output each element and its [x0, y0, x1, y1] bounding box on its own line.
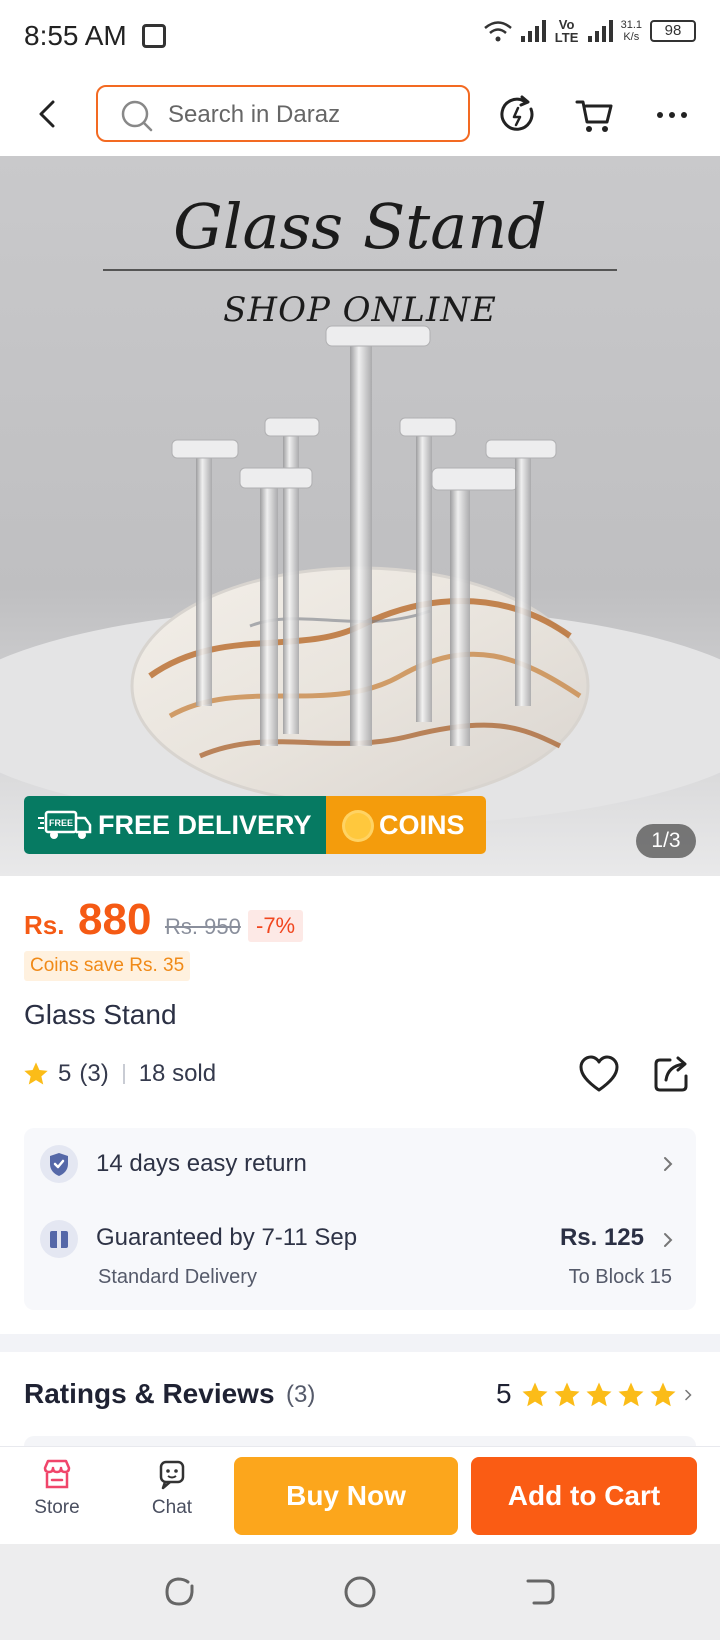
status-time: 8:55 AM [24, 20, 127, 51]
sold-count: 18 sold [138, 1060, 217, 1087]
star-icon [618, 1382, 644, 1407]
image-pager: 1/3 [636, 824, 696, 858]
hero-subtitle: SHOP ONLINE [223, 290, 497, 330]
battery-icon: 98 [650, 20, 696, 42]
bottom-action-bar: Store Chat Buy Now Add to Cart [0, 1446, 720, 1544]
rating-separator [122, 1064, 125, 1084]
star-icon [554, 1382, 580, 1407]
rating-value: 5 [58, 1060, 72, 1087]
price-currency: Rs. [24, 910, 65, 940]
system-navigation-bar [0, 1544, 720, 1640]
product-title: Glass Stand [24, 999, 177, 1030]
store-icon [43, 1459, 71, 1489]
top-nav: Search in Daraz [0, 72, 720, 156]
reviews-stars[interactable] [520, 1380, 698, 1410]
delivery-fee: Rs. 125 [559, 1224, 644, 1251]
signal-icon-2 [587, 20, 613, 42]
hero-title: Glass Stand [173, 190, 547, 263]
service-info-card: 14 days easy return Guaranteed by 7-11 S… [24, 1128, 696, 1310]
rating-count: (3) [79, 1060, 109, 1087]
add-to-cart-button[interactable]: Add to Cart [471, 1457, 697, 1535]
net-speed: 31.1 K/s [621, 19, 642, 43]
delivery-box-icon [40, 1220, 78, 1258]
coins-badge: COINS [326, 796, 486, 854]
search-input[interactable]: Search in Daraz [96, 85, 470, 142]
delivery-type: Standard Delivery [98, 1266, 257, 1288]
shield-check-icon [40, 1145, 78, 1183]
back-icon[interactable] [522, 1574, 558, 1610]
star-icon [522, 1382, 548, 1407]
discount-badge: -7% [248, 910, 304, 942]
signal-icon [520, 20, 546, 42]
store-button[interactable]: Store [17, 1457, 97, 1519]
chat-button[interactable]: Chat [132, 1457, 212, 1519]
home-icon[interactable] [342, 1574, 378, 1610]
cart-icon[interactable] [574, 94, 616, 136]
chevron-right-icon[interactable] [660, 1232, 676, 1248]
reviews-count: (3) [286, 1381, 316, 1408]
section-divider [0, 1334, 720, 1352]
hero-divider [103, 269, 617, 271]
star-icon [650, 1382, 676, 1407]
return-policy-text[interactable]: 14 days easy return [96, 1150, 307, 1178]
delivery-location[interactable]: To Block 15 [569, 1266, 672, 1289]
truck-label: FREE [49, 818, 73, 828]
star-icon [586, 1382, 612, 1407]
search-icon [121, 100, 153, 132]
store-label: Store [34, 1497, 80, 1518]
glass-stand-illustration [0, 325, 720, 826]
delivery-truck-icon: FREE [38, 810, 92, 839]
network-type: Vo LTE [554, 17, 579, 45]
chat-label: Chat [151, 1497, 193, 1518]
original-price: Rs. 950 [165, 914, 241, 939]
recent-apps-icon[interactable] [162, 1574, 198, 1610]
star-icon [24, 1062, 48, 1085]
coin-icon [342, 810, 374, 842]
free-delivery-text: FREE DELIVERY [98, 810, 312, 840]
chat-icon [159, 1460, 185, 1490]
sim-card-icon [142, 24, 166, 48]
share-icon[interactable] [652, 1054, 692, 1094]
wifi-icon [483, 21, 512, 42]
wishlist-heart-icon[interactable] [578, 1054, 620, 1096]
chevron-right-icon[interactable] [660, 1156, 676, 1172]
history-icon[interactable] [497, 94, 539, 136]
free-delivery-badge: FREE FREE DELIVERY [24, 796, 326, 854]
net-speed-unit: K/s [623, 31, 640, 43]
net-speed-value: 31.1 [620, 19, 642, 31]
status-bar: 8:55 AM Vo LTE 31.1 K/s 98 [0, 0, 720, 72]
buy-now-button[interactable]: Buy Now [234, 1457, 458, 1535]
rating-summary[interactable]: 5 (3) 18 sold [22, 1057, 216, 1091]
coins-text: COINS [379, 810, 465, 840]
product-image[interactable]: Glass Stand SHOP ONLINE FREE FREE DELIVE… [0, 156, 720, 876]
reviews-title[interactable]: Ratings & Reviews [24, 1378, 275, 1410]
delivery-guarantee[interactable]: Guaranteed by 7-11 Sep [96, 1224, 357, 1252]
more-options-icon[interactable] [651, 94, 693, 136]
back-arrow-icon[interactable] [30, 96, 66, 132]
chevron-right-icon[interactable] [680, 1380, 698, 1410]
status-indicators: Vo LTE 31.1 K/s 98 [483, 18, 696, 44]
price-value: 880 [78, 895, 152, 944]
coins-save-badge: Coins save Rs. 35 [24, 951, 191, 981]
search-placeholder: Search in Daraz [168, 101, 341, 128]
reviews-score: 5 [496, 1378, 512, 1409]
